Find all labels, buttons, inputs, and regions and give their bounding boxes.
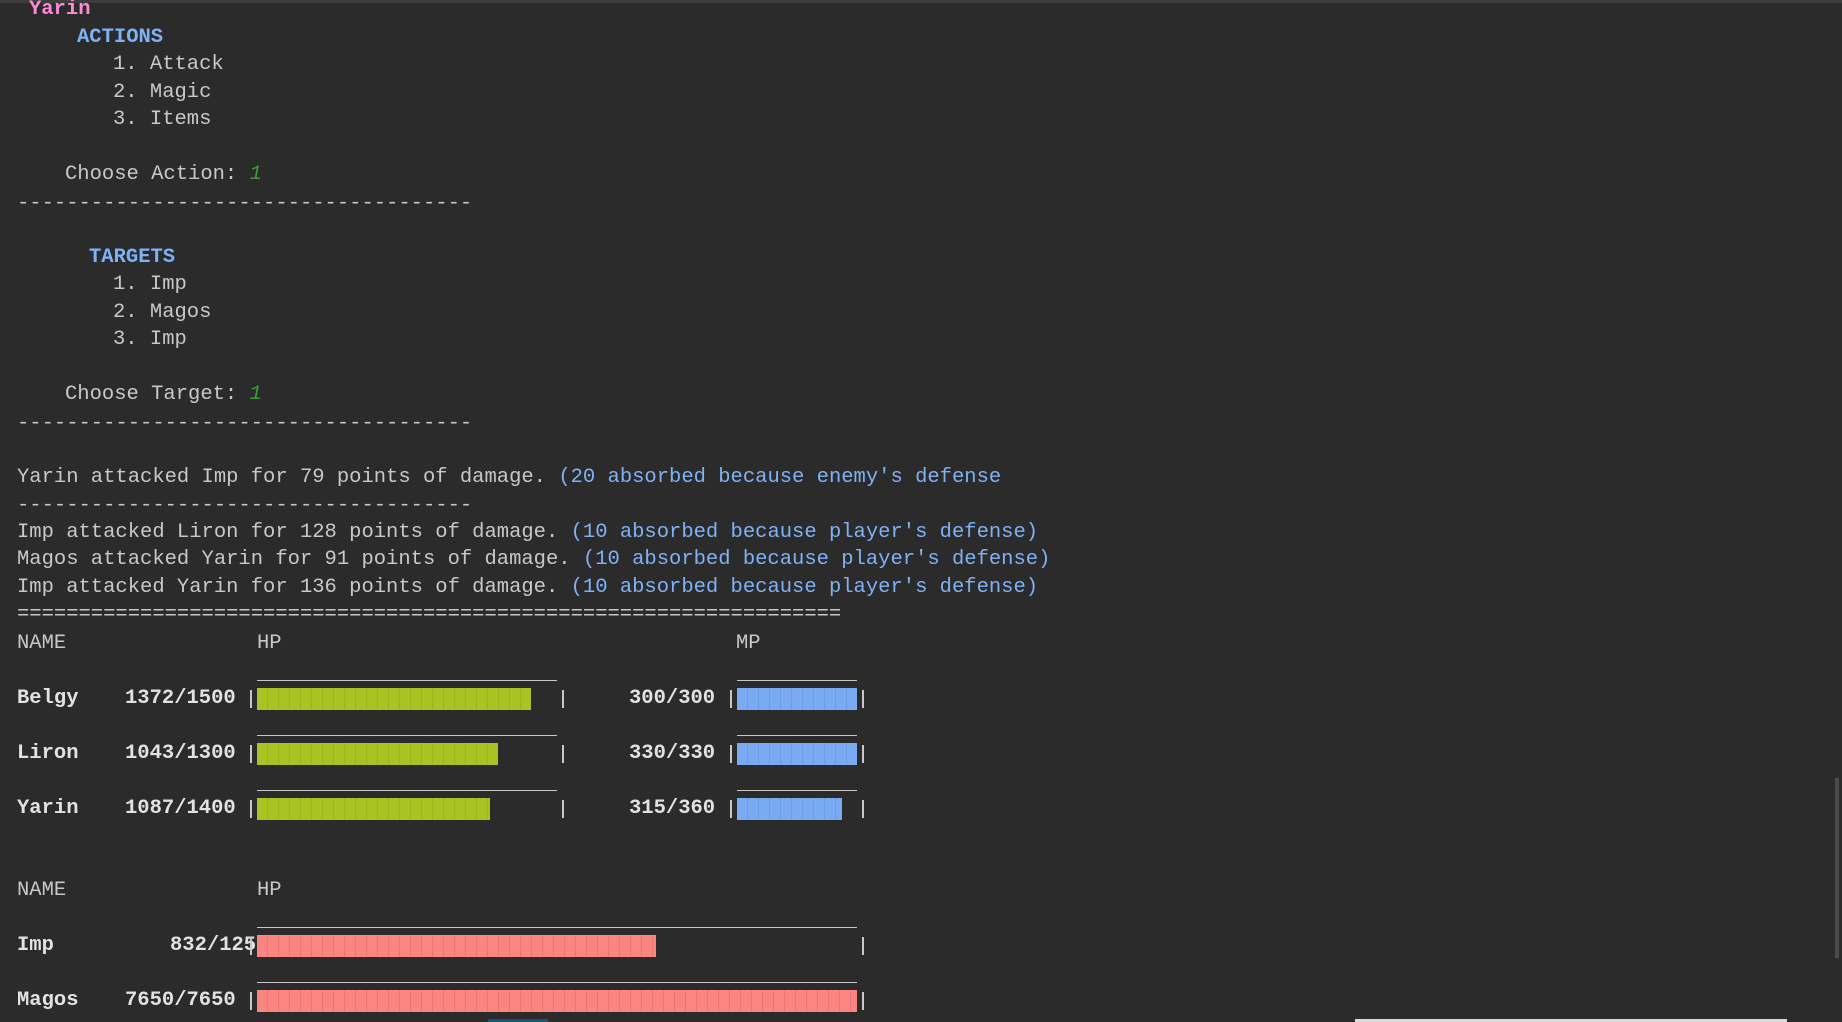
window-top-border [0, 0, 1842, 3]
choose-action-prompt: Choose Action: 1 [65, 163, 262, 187]
enemy-hp-bar-top-line [257, 927, 857, 928]
hp-bar-right-pipe [562, 690, 564, 708]
mp-bar-top-line [737, 680, 857, 681]
enemy-hp-bar-fill [257, 935, 656, 957]
mp-bar-right-pipe [862, 745, 864, 763]
actions-heading: ACTIONS [77, 26, 164, 49]
party-member-name: Liron [17, 742, 79, 765]
action-item-items: 3. Items [113, 108, 212, 131]
hp-bar-top-line [257, 790, 557, 791]
double-separator-line: ========================================… [17, 603, 842, 626]
enemy-hp-bar-fill [257, 990, 857, 1012]
enemy-hp-header: HP [257, 879, 282, 902]
mp-bar-left-pipe [730, 690, 732, 708]
mp-bar-fill [737, 743, 857, 765]
mp-bar-right-pipe [862, 690, 864, 708]
enemy-name: Imp [17, 934, 54, 957]
separator-line: ------------------------------------- [17, 192, 473, 215]
hp-bar-fill [257, 743, 498, 765]
party-member-mp-text: 315/360 [629, 797, 716, 820]
hp-bar-right-pipe [562, 745, 564, 763]
choose-target-input[interactable]: 1 [250, 383, 262, 406]
hp-bar-left-pipe [250, 745, 252, 763]
choose-action-input[interactable]: 1 [250, 163, 262, 186]
choose-action-label: Choose Action: [65, 163, 238, 186]
mp-bar-top-line [737, 735, 857, 736]
enemy-hp-text: 7650/7650 [125, 989, 236, 1012]
hp-bar-top-line [257, 735, 557, 736]
party-member-hp-text: 1043/1300 [125, 742, 236, 765]
targets-heading: TARGETS [89, 246, 176, 269]
hp-bar-top-line [257, 680, 557, 681]
mp-bar-fill [737, 798, 842, 820]
separator-line: ------------------------------------- [17, 412, 473, 435]
separator-line: ------------------------------------- [17, 494, 473, 517]
party-member-hp-text: 1372/1500 [125, 687, 236, 710]
mp-bar-right-pipe [862, 800, 864, 818]
mp-bar-left-pipe [730, 800, 732, 818]
party-hp-header: HP [257, 632, 282, 655]
enemy-name-header: NAME [17, 879, 67, 902]
hp-bar-left-pipe [250, 690, 252, 708]
log-line: Yarin attacked Imp for 79 points of dama… [17, 466, 1002, 489]
enemy-hp-bar-top-line [257, 982, 857, 983]
enemy-name: Magos [17, 989, 79, 1012]
hp-bar-fill [257, 688, 531, 710]
party-mp-header: MP [736, 632, 761, 655]
choose-target-prompt: Choose Target: 1 [65, 383, 262, 407]
enemy-hp-bar-right-pipe [862, 992, 864, 1010]
party-member-mp-text: 300/300 [629, 687, 716, 710]
enemy-hp-text: 832/1250 [170, 934, 269, 957]
party-member-name: Belgy [17, 687, 79, 710]
mp-bar-fill [737, 688, 857, 710]
action-item-attack: 1. Attack [113, 53, 224, 76]
action-item-magic: 2. Magic [113, 81, 212, 104]
target-item-imp: 1. Imp [113, 273, 187, 296]
mp-bar-top-line [737, 790, 857, 791]
hp-bar-right-pipe [562, 800, 564, 818]
target-item-magos: 2. Magos [113, 301, 212, 324]
hp-bar-fill [257, 798, 490, 820]
mp-bar-left-pipe [730, 745, 732, 763]
target-item-imp-2: 3. Imp [113, 328, 187, 351]
log-line: Magos attacked Yarin for 91 points of da… [17, 548, 1051, 571]
log-line: Imp attacked Liron for 128 points of dam… [17, 521, 1039, 544]
hp-bar-left-pipe [250, 800, 252, 818]
party-member-mp-text: 330/330 [629, 742, 716, 765]
enemy-hp-bar-right-pipe [862, 937, 864, 955]
vertical-scrollbar[interactable] [1835, 778, 1839, 958]
enemy-hp-bar-left-pipe [250, 992, 252, 1010]
enemy-hp-bar-left-pipe [250, 937, 252, 955]
party-member-name: Yarin [17, 797, 79, 820]
log-line: Imp attacked Yarin for 136 points of dam… [17, 576, 1039, 599]
current-player-name: Yarin [29, 0, 91, 21]
choose-target-label: Choose Target: [65, 383, 238, 406]
party-name-header: NAME [17, 632, 67, 655]
party-member-hp-text: 1087/1400 [125, 797, 236, 820]
